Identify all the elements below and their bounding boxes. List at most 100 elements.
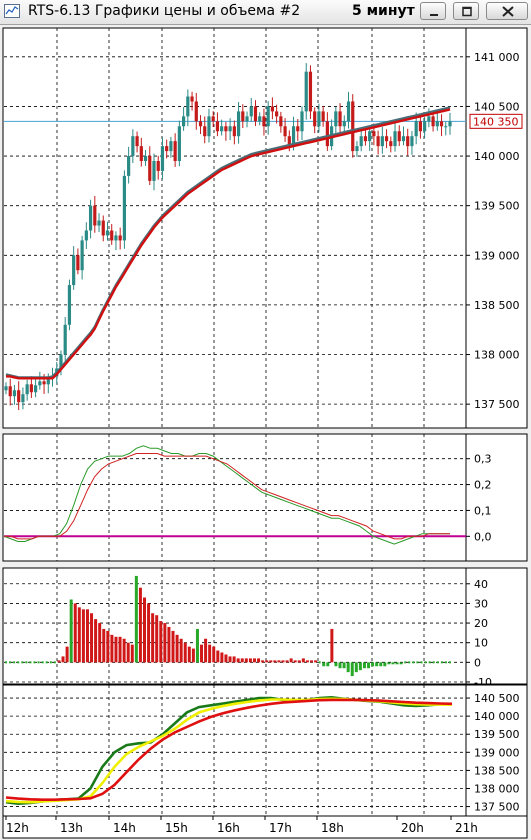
candle-body bbox=[215, 121, 220, 132]
candle-body bbox=[72, 255, 76, 286]
title-bar[interactable]: RTS-6.13 Графики цены и объема #2 5 мину… bbox=[0, 0, 531, 25]
candle-body bbox=[275, 111, 279, 117]
candle-body bbox=[313, 111, 317, 127]
candle-body bbox=[317, 111, 321, 127]
volume-bar bbox=[191, 648, 195, 663]
candle-body bbox=[368, 131, 372, 142]
volume-bar bbox=[65, 646, 69, 663]
candle-body bbox=[110, 230, 114, 241]
y-tick-label: 141 000 bbox=[474, 51, 520, 64]
y-tick-label: 137 500 bbox=[474, 801, 520, 814]
volume-bar bbox=[142, 597, 146, 663]
candle-body bbox=[346, 101, 351, 122]
candle-body bbox=[300, 111, 304, 132]
y-tick-label: 139 500 bbox=[474, 200, 520, 213]
candle-body bbox=[389, 141, 393, 147]
time-label: 20h bbox=[401, 821, 424, 835]
candle-body bbox=[8, 386, 12, 397]
candle-body bbox=[414, 121, 418, 137]
candle-body bbox=[249, 106, 253, 117]
candle-body bbox=[173, 141, 177, 162]
volume-bar bbox=[73, 603, 77, 663]
candle-body bbox=[334, 111, 338, 127]
candle-body bbox=[139, 146, 143, 162]
volume-bar bbox=[301, 658, 305, 663]
volume-bar bbox=[289, 658, 293, 663]
volume-bar bbox=[159, 621, 163, 663]
y-tick-label: 139 000 bbox=[474, 249, 520, 262]
candle-body bbox=[448, 121, 452, 127]
candle-body bbox=[304, 71, 308, 112]
y-tick-label: 0,1 bbox=[474, 504, 492, 517]
restore-button[interactable] bbox=[453, 2, 479, 20]
volume-bar bbox=[167, 626, 171, 663]
volume-bar bbox=[310, 660, 314, 663]
candle-body bbox=[42, 381, 46, 385]
volume-bar bbox=[61, 656, 65, 663]
candle-body bbox=[393, 131, 397, 147]
volume-bar bbox=[297, 660, 301, 663]
candle-body bbox=[431, 116, 435, 127]
time-label: 12h bbox=[6, 821, 29, 835]
candle-body bbox=[34, 385, 38, 393]
candle-body bbox=[262, 116, 266, 127]
minimize-icon bbox=[430, 14, 438, 16]
candle-body bbox=[253, 106, 258, 122]
candle-body bbox=[376, 136, 380, 147]
candle-body bbox=[439, 121, 444, 127]
y-tick-label: 140 500 bbox=[474, 692, 520, 705]
moving-average-panel[interactable]: 140 500 140 000 139 500 139 000 138 500 138 0… bbox=[2, 684, 528, 817]
price-panel[interactable]: 141 000 140 500 140 000 139 500 139 000 138 5… bbox=[2, 27, 528, 429]
volume-bar bbox=[220, 652, 224, 663]
y-tick-label: 140 000 bbox=[474, 710, 520, 723]
volume-bar bbox=[77, 607, 81, 663]
volume-bar bbox=[269, 660, 273, 663]
candle-body bbox=[198, 121, 203, 127]
volume-bar bbox=[338, 662, 342, 669]
candle-body bbox=[203, 126, 207, 137]
time-label: 15h bbox=[165, 821, 188, 835]
candle-body bbox=[232, 126, 236, 137]
restore-icon bbox=[462, 6, 472, 17]
volume-bar bbox=[187, 646, 191, 663]
candle-body bbox=[279, 116, 283, 127]
candle-body bbox=[351, 101, 355, 152]
y-tick-label: 138 000 bbox=[474, 349, 520, 362]
candle-body bbox=[270, 106, 274, 112]
time-label: 13h bbox=[60, 821, 83, 835]
candle-body bbox=[63, 324, 67, 355]
close-button[interactable] bbox=[486, 2, 528, 20]
minimize-button[interactable] bbox=[420, 2, 446, 20]
y-tick-label: 20 bbox=[474, 617, 488, 630]
volume-bar bbox=[330, 628, 334, 663]
y-tick-label: 40 bbox=[474, 578, 488, 591]
volume-bar bbox=[118, 636, 122, 663]
candle-body bbox=[372, 131, 376, 137]
volume-bar bbox=[130, 644, 134, 663]
time-label: 17h bbox=[269, 821, 292, 835]
volume-panel[interactable]: 403020100-10 bbox=[2, 567, 528, 689]
candle-body bbox=[241, 111, 245, 122]
volume-bar bbox=[383, 662, 387, 667]
volume-bar bbox=[362, 662, 366, 669]
candle-body bbox=[207, 116, 211, 137]
volume-bar bbox=[85, 609, 89, 663]
candle-body bbox=[93, 205, 97, 226]
candle-body bbox=[76, 255, 80, 271]
candle-body bbox=[156, 161, 160, 171]
candle-body bbox=[80, 240, 84, 271]
y-tick-label: 137 500 bbox=[474, 398, 520, 411]
volume-bar bbox=[371, 662, 375, 667]
close-icon bbox=[502, 6, 514, 17]
candle-body bbox=[182, 116, 186, 127]
volume-bar bbox=[273, 660, 277, 663]
volume-bar bbox=[257, 658, 261, 663]
oscillator-panel[interactable]: 0,3 0,2 0,1 0,0 bbox=[2, 433, 528, 562]
volume-bar bbox=[138, 587, 142, 663]
candle-body bbox=[127, 156, 131, 176]
candle-body bbox=[114, 235, 118, 241]
candle-body bbox=[410, 136, 414, 147]
candle-body bbox=[12, 390, 17, 397]
candle-body bbox=[427, 116, 431, 122]
y-tick-label: 139 500 bbox=[474, 728, 520, 741]
